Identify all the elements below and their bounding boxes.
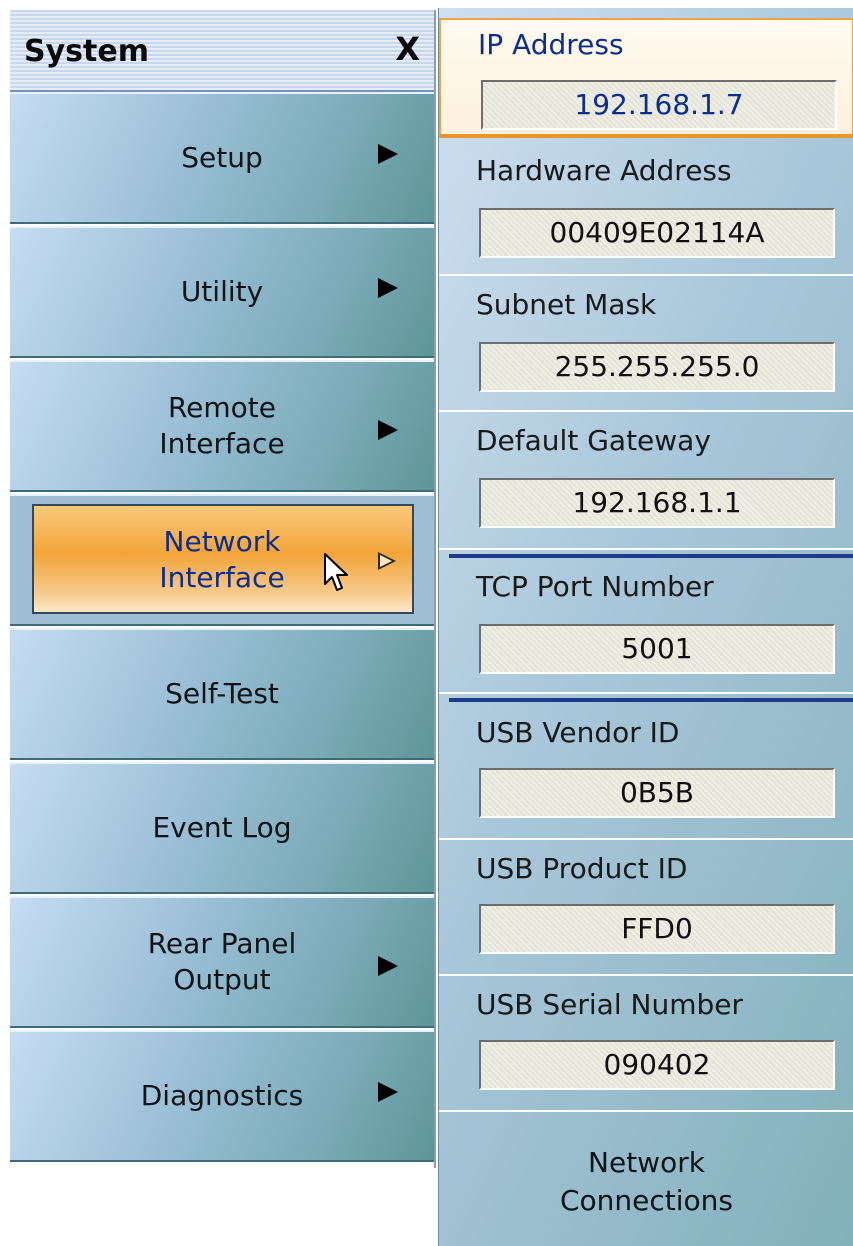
field-hardware-address: Hardware Address 00409E02114A: [439, 144, 853, 276]
submenu-arrow-icon: [378, 420, 398, 440]
menu-item-label: Remote Interface: [159, 391, 285, 460]
menu-item-rear-panel-output[interactable]: Rear Panel Output: [10, 896, 434, 1028]
hardware-address-value[interactable]: 00409E02114A: [479, 208, 835, 258]
menu-item-self-test[interactable]: Self-Test: [10, 628, 434, 760]
field-usb-vendor-id: USB Vendor ID 0B5B: [439, 706, 853, 840]
menu-item-remote-interface[interactable]: Remote Interface: [10, 360, 434, 492]
network-connections-button[interactable]: Network Connections: [439, 1116, 853, 1246]
field-ip-address[interactable]: IP Address 192.168.1.7: [439, 18, 853, 138]
field-label: Subnet Mask: [476, 288, 657, 321]
submenu-arrow-icon: [378, 1082, 398, 1102]
field-label: Hardware Address: [476, 154, 732, 187]
field-label: TCP Port Number: [476, 570, 714, 603]
menu-item-label: Rear Panel Output: [147, 927, 297, 996]
usb-serial-number-value[interactable]: 090402: [479, 1040, 835, 1090]
section-divider: [449, 698, 853, 702]
field-label: USB Product ID: [476, 852, 688, 885]
submenu-arrow-icon: [378, 956, 398, 976]
network-interface-panel: IP Address 192.168.1.7 Hardware Address …: [438, 8, 853, 1246]
field-label: USB Vendor ID: [476, 716, 680, 749]
menu-item-label: Network Interface: [159, 525, 285, 594]
menu-item-label: Self-Test: [165, 677, 279, 710]
field-tcp-port-number: TCP Port Number 5001: [439, 560, 853, 694]
menu-item-utility[interactable]: Utility: [10, 226, 434, 358]
submenu-arrow-icon: [378, 278, 398, 298]
field-subnet-mask: Subnet Mask 255.255.255.0: [439, 278, 853, 412]
default-gateway-value[interactable]: 192.168.1.1: [479, 478, 835, 528]
field-label: USB Serial Number: [476, 988, 743, 1021]
menu-item-diagnostics[interactable]: Diagnostics: [10, 1030, 434, 1162]
usb-vendor-id-value[interactable]: 0B5B: [479, 768, 835, 818]
field-label: IP Address: [478, 28, 624, 61]
submenu-arrow-icon: [378, 144, 398, 164]
network-connections-label: Network Connections: [559, 1146, 734, 1217]
menu-title-bar: System X: [10, 10, 434, 92]
field-usb-serial-number: USB Serial Number 090402: [439, 978, 853, 1112]
menu-item-label: Diagnostics: [140, 1079, 304, 1112]
tcp-port-number-value[interactable]: 5001: [479, 624, 835, 674]
menu-item-label: Utility: [180, 275, 264, 308]
menu-item-label: Event Log: [152, 811, 292, 844]
subnet-mask-value[interactable]: 255.255.255.0: [479, 342, 835, 392]
field-default-gateway: Default Gateway 192.168.1.1: [439, 414, 853, 550]
section-divider: [449, 554, 853, 558]
menu-item-event-log[interactable]: Event Log: [10, 762, 434, 894]
mouse-pointer-icon: [324, 553, 348, 591]
field-usb-product-id: USB Product ID FFD0: [439, 842, 853, 976]
system-menu: System X Setup Utility Remote Interface …: [10, 10, 436, 1168]
menu-item-label: Setup: [181, 141, 263, 174]
menu-item-setup[interactable]: Setup: [10, 92, 434, 224]
menu-title: System: [24, 34, 149, 69]
close-button[interactable]: X: [395, 30, 420, 68]
ip-address-value[interactable]: 192.168.1.7: [481, 80, 837, 130]
usb-product-id-value[interactable]: FFD0: [479, 904, 835, 954]
field-label: Default Gateway: [476, 424, 711, 457]
submenu-arrow-outline-icon: [378, 552, 396, 570]
menu-item-network-interface[interactable]: Network Interface: [10, 494, 434, 626]
